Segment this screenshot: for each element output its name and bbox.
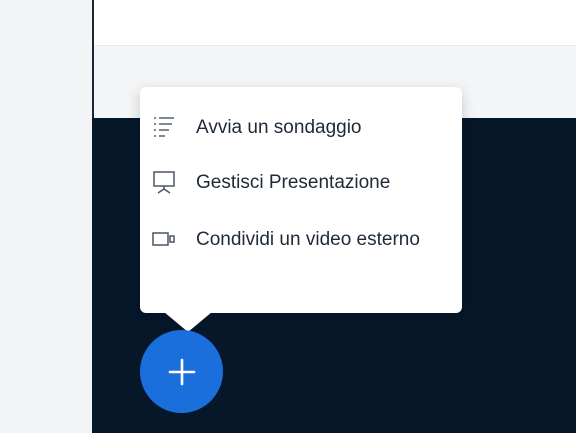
menu-item-start-poll[interactable]: Avvia un sondaggio xyxy=(152,111,450,145)
presentation-icon xyxy=(152,170,176,194)
meeting-window: Avvia un sondaggio Gestisci Presentazion… xyxy=(0,0,576,433)
sidebar-background xyxy=(0,0,92,433)
video-camera-icon xyxy=(152,227,176,251)
menu-caret xyxy=(164,312,212,332)
menu-item-share-external-video[interactable]: Condividi un video esterno xyxy=(152,223,450,257)
actions-menu: Avvia un sondaggio Gestisci Presentazion… xyxy=(140,87,462,313)
actions-button[interactable] xyxy=(140,330,223,413)
menu-item-manage-presentation[interactable]: Gestisci Presentazione xyxy=(152,166,450,200)
poll-list-icon xyxy=(152,115,176,139)
menu-item-label: Gestisci Presentazione xyxy=(196,172,391,193)
menu-item-label: Avvia un sondaggio xyxy=(196,117,362,138)
menu-item-label: Condividi un video esterno xyxy=(196,229,420,250)
plus-icon xyxy=(168,358,195,385)
header-area xyxy=(94,0,576,45)
